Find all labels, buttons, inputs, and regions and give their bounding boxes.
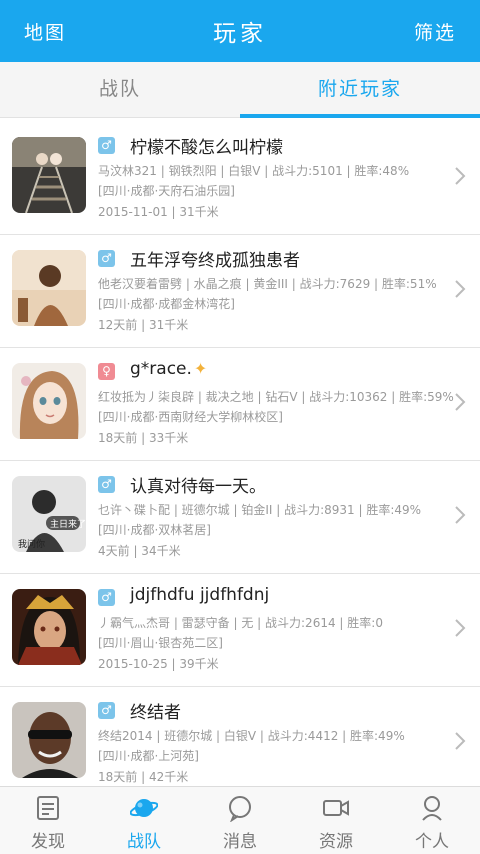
female-badge-icon: ♀ <box>98 363 115 380</box>
player-row[interactable]: ♀ g*race. ✦ 红妆抵为丿柒良辟 | 裁决之地 | 钻石V | 战斗力:1… <box>0 348 480 461</box>
player-row[interactable]: ♂ 终结者 终结2014 | 班德尔城 | 白银V | 战斗力:4412 | 胜… <box>0 687 480 786</box>
nav-messages[interactable]: 消息 <box>192 787 288 854</box>
filter-button[interactable]: 筛选 <box>414 18 456 45</box>
chevron-right-icon <box>455 393 466 411</box>
active-tab-indicator <box>240 114 480 118</box>
player-name: 柠檬不酸怎么叫柠檬 <box>130 138 283 158</box>
nav-label: 消息 <box>223 832 257 852</box>
player-time-distance: 2015-11-01 | 31千米 <box>98 205 219 219</box>
player-row[interactable]: ♂ jdjfhdfu jjdfhfdnj 丿霸气灬杰哥 | 雷瑟守备 | 无 |… <box>0 574 480 687</box>
chevron-right-icon <box>455 167 466 185</box>
player-stats: 红妆抵为丿柒良辟 | 裁决之地 | 钻石V | 战斗力:10362 | 胜率:5… <box>98 390 454 404</box>
chevron-right-icon <box>455 506 466 524</box>
player-time-distance: 18天前 | 42千米 <box>98 770 189 784</box>
tab-nearby-players[interactable]: 附近玩家 <box>240 62 480 118</box>
nav-label: 战队 <box>127 832 161 852</box>
discover-icon <box>37 796 59 820</box>
player-stats: 终结2014 | 班德尔城 | 白银V | 战斗力:4412 | 胜率:49% <box>98 729 405 743</box>
player-time-distance: 18天前 | 33千米 <box>98 431 189 445</box>
player-stats: 乜许丶碟卜配 | 班德尔城 | 铂金II | 战斗力:8931 | 胜率:49% <box>98 503 422 517</box>
player-stats: 马汶林321 | 钢铁烈阳 | 白银V | 战斗力:5101 | 胜率:48% <box>98 164 410 178</box>
player-stats: 丿霸气灬杰哥 | 雷瑟守备 | 无 | 战斗力:2614 | 胜率:0 <box>98 616 383 630</box>
player-time-distance: 4天前 | 34千米 <box>98 544 181 558</box>
player-location: [四川·成都·天府石油乐园] <box>98 184 235 198</box>
nav-label: 个人 <box>415 832 449 852</box>
bottom-nav: 发现 战队 消息 资源 个人 <box>0 786 480 854</box>
chat-bubble-icon <box>229 796 251 822</box>
tab-teams[interactable]: 战队 <box>0 62 240 118</box>
player-time-distance: 2015-10-25 | 39千米 <box>98 657 219 671</box>
avatar <box>12 589 86 665</box>
player-name: 五年浮夸终成孤独患者 <box>130 251 300 271</box>
nav-teams[interactable]: 战队 <box>96 787 192 854</box>
nav-discover[interactable]: 发现 <box>0 787 96 854</box>
nav-resources[interactable]: 资源 <box>288 787 384 854</box>
player-name: 认真对待每一天。 <box>130 477 266 497</box>
page-title: 玩家 <box>213 21 267 47</box>
player-name: g*race. <box>130 359 192 379</box>
avatar-caption-bottom: 我问你 <box>18 538 45 550</box>
avatar-caption-top: 主日来了 <box>50 518 86 530</box>
player-location: [四川·成都·成都金林湾花] <box>98 297 235 311</box>
player-name: jdjfhdfu jjdfhfdnj <box>130 585 270 605</box>
nav-profile[interactable]: 个人 <box>384 787 480 854</box>
player-location: [四川·眉山·银杏苑二区] <box>98 636 223 650</box>
tab-bar: 战队 附近玩家 <box>0 62 480 118</box>
avatar <box>12 137 86 213</box>
top-bar: 地图 玩家 筛选 <box>0 0 480 62</box>
avatar: 主日来了 我问你 <box>12 476 86 552</box>
player-location: [四川·成都·上河苑] <box>98 749 199 763</box>
male-badge-icon: ♂ <box>98 137 115 154</box>
person-icon <box>422 796 442 821</box>
chevron-right-icon <box>455 280 466 298</box>
player-list[interactable]: ♂ 柠檬不酸怎么叫柠檬 马汶林321 | 钢铁烈阳 | 白银V | 战斗力:51… <box>0 122 480 786</box>
male-badge-icon: ♂ <box>98 250 115 267</box>
nav-label: 发现 <box>31 832 65 852</box>
avatar <box>12 702 86 778</box>
player-name: 终结者 <box>130 703 181 723</box>
chevron-right-icon <box>455 732 466 750</box>
male-badge-icon: ♂ <box>98 476 115 493</box>
avatar <box>12 250 86 326</box>
player-name-wrapper: g*race. ✦ <box>130 359 207 379</box>
male-badge-icon: ♂ <box>98 702 115 719</box>
player-location: [四川·成都·双林茗居] <box>98 523 211 537</box>
chevron-right-icon <box>455 619 466 637</box>
player-row[interactable]: 主日来了 我问你 ♂ 认真对待每一天。 乜许丶碟卜配 | 班德尔城 | 铂金II… <box>0 461 480 574</box>
planet-icon <box>130 799 158 817</box>
player-time-distance: 12天前 | 31千米 <box>98 318 189 332</box>
player-stats: 他老汉要着雷劈 | 水晶之痕 | 黄金III | 战斗力:7629 | 胜率:5… <box>98 277 437 291</box>
sparkle-icon: ✦ <box>193 359 208 378</box>
video-camera-icon <box>323 800 349 816</box>
avatar <box>12 363 86 439</box>
player-row[interactable]: ♂ 柠檬不酸怎么叫柠檬 马汶林321 | 钢铁烈阳 | 白银V | 战斗力:51… <box>0 122 480 235</box>
player-row[interactable]: ♂ 五年浮夸终成孤独患者 他老汉要着雷劈 | 水晶之痕 | 黄金III | 战斗… <box>0 235 480 348</box>
nav-label: 资源 <box>319 832 353 852</box>
male-badge-icon: ♂ <box>98 589 115 606</box>
player-location: [四川·成都·西南财经大学柳林校区] <box>98 410 283 424</box>
